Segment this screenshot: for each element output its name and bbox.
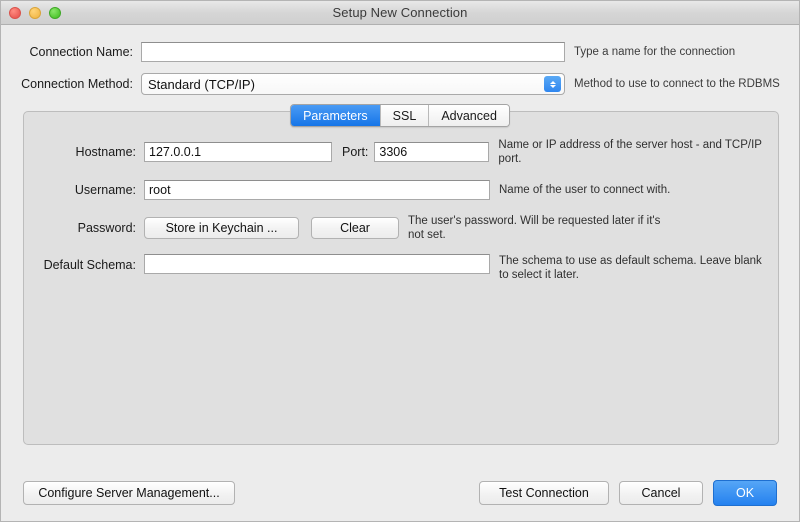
- tab-ssl[interactable]: SSL: [380, 105, 430, 126]
- maximize-button[interactable]: [49, 6, 61, 19]
- username-input[interactable]: [144, 180, 490, 200]
- setup-new-connection-window: Setup New Connection Connection Name: Ty…: [0, 0, 800, 522]
- ok-button[interactable]: OK: [713, 479, 777, 506]
- window-title: Setup New Connection: [332, 5, 468, 20]
- hostname-port-hint: Name or IP address of the server host - …: [498, 139, 762, 165]
- password-label: Password:: [77, 221, 136, 235]
- chevron-updown-icon[interactable]: [544, 76, 561, 92]
- footer-bar: Configure Server Management... Test Conn…: [1, 464, 799, 521]
- hostname-label: Hostname:: [75, 145, 136, 159]
- tab-bar-wrapper: Parameters SSL Advanced: [1, 104, 799, 127]
- connection-name-hint: Type a name for the connection: [574, 46, 736, 58]
- username-hint: Name of the user to connect with.: [499, 184, 671, 196]
- username-row: Username: Name of the user to connect wi…: [24, 178, 778, 202]
- tab-bar: Parameters SSL Advanced: [290, 104, 510, 127]
- cancel-button[interactable]: Cancel: [619, 480, 703, 505]
- close-button[interactable]: [9, 6, 21, 19]
- connection-method-value: Standard (TCP/IP): [148, 76, 255, 92]
- hostname-input[interactable]: [144, 142, 332, 162]
- tab-advanced[interactable]: Advanced: [429, 105, 509, 126]
- test-connection-button[interactable]: Test Connection: [479, 480, 609, 505]
- hostname-port-row: Hostname: Port: Name or IP address of th…: [24, 139, 778, 165]
- connection-name-label: Connection Name:: [29, 45, 133, 59]
- clear-password-button[interactable]: Clear: [311, 217, 399, 239]
- default-schema-hint: The schema to use as default schema. Lea…: [499, 255, 762, 281]
- port-input[interactable]: [374, 142, 490, 162]
- parameters-panel: Hostname: Port: Name or IP address of th…: [23, 111, 779, 445]
- footer-actions: Test Connection Cancel OK: [479, 479, 777, 506]
- title-bar: Setup New Connection: [1, 1, 799, 25]
- top-form: Connection Name: Type a name for the con…: [1, 25, 799, 96]
- port-label: Port:: [342, 145, 369, 159]
- connection-name-row: Connection Name: Type a name for the con…: [1, 40, 799, 64]
- default-schema-input[interactable]: [144, 254, 490, 274]
- username-label: Username:: [74, 183, 136, 197]
- connection-method-label: Connection Method:: [21, 77, 133, 91]
- connection-method-hint: Method to use to connect to the RDBMS: [574, 78, 780, 90]
- password-hint: The user's password. Will be requested l…: [408, 215, 661, 241]
- minimize-button[interactable]: [29, 6, 41, 19]
- configure-server-management-button[interactable]: Configure Server Management...: [23, 480, 235, 505]
- store-in-keychain-button[interactable]: Store in Keychain ...: [144, 217, 299, 239]
- default-schema-label: Default Schema:: [43, 258, 136, 272]
- tab-parameters[interactable]: Parameters: [291, 105, 381, 126]
- default-schema-row: Default Schema: The schema to use as def…: [24, 254, 778, 282]
- window-controls: [9, 1, 61, 24]
- password-row: Password: Store in Keychain ... Clear Th…: [24, 215, 778, 241]
- connection-method-select[interactable]: Standard (TCP/IP): [141, 73, 565, 95]
- connection-method-row: Connection Method: Standard (TCP/IP) Met…: [1, 72, 799, 96]
- connection-name-input[interactable]: [141, 42, 565, 62]
